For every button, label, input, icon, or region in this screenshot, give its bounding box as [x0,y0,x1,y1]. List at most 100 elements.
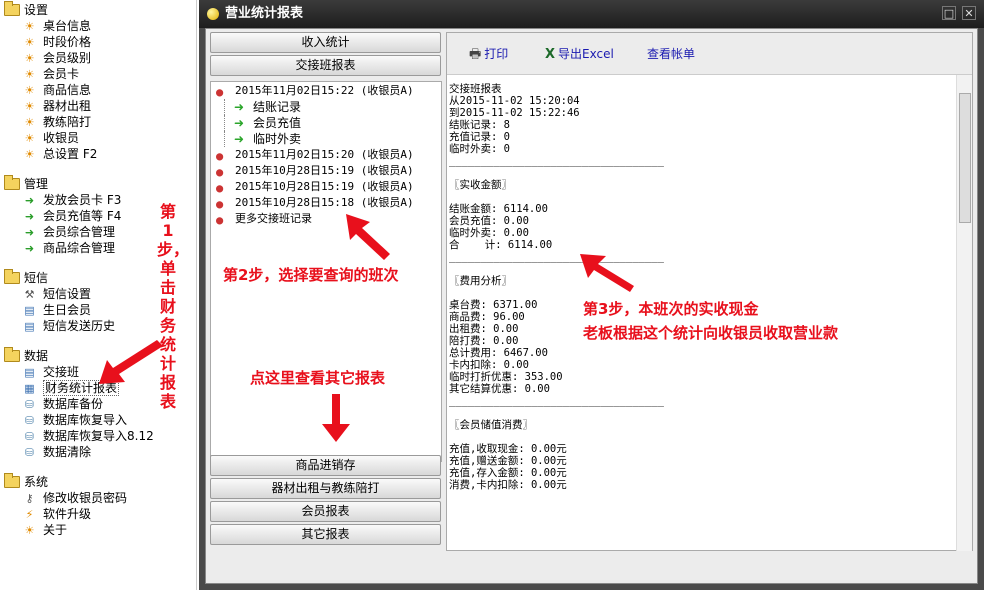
user-icon: ● [216,85,224,99]
tree-group-label: 短信 [24,271,49,285]
user-icon: ● [216,197,224,211]
tree-item[interactable]: ☀ 收银员 [0,130,196,146]
tree-item[interactable]: ⚡ 软件升级 [0,506,196,522]
shift-subitem[interactable]: ➜ 临时外卖 [211,131,441,147]
gear-icon: ☀ [24,524,35,537]
database-icon: ⛁ [24,398,35,411]
tree-item-label: 关于 [43,523,68,537]
green-arrow-icon: ➜ [234,116,245,130]
tree-item[interactable]: ⛁ 数据库恢复导入8.12 [0,428,196,444]
tree-item[interactable]: ⛁ 数据库恢复导入 [0,412,196,428]
close-button[interactable]: ✕ [962,6,976,20]
arrow-icon: ➜ [24,242,35,255]
shift-item[interactable]: ● 更多交接班记录 [211,211,441,227]
tree-item-label: 会员综合管理 [43,225,116,239]
tree-item[interactable]: ☀ 会员卡 [0,66,196,82]
gear-icon: ☀ [24,36,35,49]
tree-item-label: 数据库备份 [43,397,104,411]
view-bill-button[interactable]: 查看帐单 [647,45,695,62]
shift-subitem[interactable]: ➜ 会员充值 [211,115,441,131]
tree-group[interactable]: 系统 [0,473,196,490]
excel-icon: X [545,47,556,62]
other-report-buttons: 商品进销存 器材出租与教练陪打 会员报表 其它报表 [210,455,441,547]
shift-item[interactable]: ● 2015年10月28日15:19 (收银员A) [211,163,441,179]
shift-label: 会员充值 [253,116,302,130]
report-nav-panel: 收入统计 交接班报表 ● 2015年11月02日15:22 (收银员A) ➜ 结账记录… [210,32,442,552]
tree-item[interactable]: ☀ 会员级别 [0,50,196,66]
step3-annotation-line2: 老板根据这个统计向收银员收取营业款 [583,324,839,342]
step3-arrow [580,254,634,292]
shift-item[interactable]: ● 2015年10月28日15:19 (收银员A) [211,179,441,195]
tree-item-label: 发放会员卡 F3 [43,193,122,207]
scrollbar-thumb[interactable] [959,93,971,223]
arrow-icon: ➜ [24,194,35,207]
tree-line [224,115,225,131]
window-title: 营业统计报表 [225,6,304,21]
tree-item-label: 会员充值等 F4 [43,209,122,223]
tree-item-label: 商品信息 [43,83,92,97]
gear-icon: ☀ [24,148,35,161]
tree-group[interactable]: 管理 [0,175,196,192]
maximize-button[interactable]: □ [942,6,956,20]
tree-item[interactable]: ☀ 商品信息 [0,82,196,98]
tree-group-label: 数据 [24,349,49,363]
print-button[interactable]: 🖶 打印 [469,45,508,67]
gear-icon: ☀ [24,132,35,145]
shift-subitem[interactable]: ➜ 结账记录 [211,99,441,115]
shift-label: 2015年10月28日15:19 (收银员A) [235,164,414,177]
shift-label: 2015年10月28日15:18 (收银员A) [235,196,414,209]
database-icon: ⛁ [24,414,35,427]
tree-group[interactable]: 设置 [0,1,196,18]
window-app-icon [207,8,219,20]
shift-report-button[interactable]: 交接班报表 [210,55,441,76]
folder-icon [4,269,20,284]
green-arrow-icon: ➜ [234,132,245,146]
shift-item[interactable]: ● 2015年11月02日15:22 (收银员A) [211,83,441,99]
tree-item-label: 总设置 F2 [43,147,98,161]
tree-item-label: 生日会员 [43,303,92,317]
other-report-button[interactable]: 其它报表 [210,524,441,545]
tree-item-label: 会员级别 [43,51,92,65]
tree-item[interactable]: ☀ 关于 [0,522,196,538]
report-scrollbar[interactable] [956,75,972,551]
step3-annotation: 第3步，本班次的实收现金 [583,300,759,318]
tree-item-label: 软件升级 [43,507,92,521]
tree-item[interactable]: ⛁ 数据清除 [0,444,196,460]
export-excel-button[interactable]: X 导出Excel [545,45,614,62]
gear-icon: ☀ [24,20,35,33]
report-window: 营业统计报表 □ ✕ 收入统计 交接班报表 ● 2015年11月02日15:22 … [199,0,984,590]
tree-item-label: 收银员 [43,131,80,145]
member-report-button[interactable]: 会员报表 [210,501,441,522]
step1-arrow [99,340,163,384]
tree-item[interactable]: ☀ 器材出租 [0,98,196,114]
printer-icon: 🖶 [469,47,482,62]
tree-item-label: 数据库恢复导入8.12 [43,429,154,443]
arrow-icon: ➜ [24,210,35,223]
tree-item[interactable]: ☀ 总设置 F2 [0,146,196,162]
shift-item[interactable]: ● 2015年10月28日15:18 (收银员A) [211,195,441,211]
shift-item[interactable]: ● 2015年11月02日15:20 (收银员A) [211,147,441,163]
tree-item[interactable]: ☀ 时段价格 [0,34,196,50]
document-icon: ▤ [24,304,35,317]
report-view-panel: 🖶 打印 X 导出Excel 查看帐单 交接班报表 从2015-11-02 15:2… [446,32,973,551]
inventory-report-button[interactable]: 商品进销存 [210,455,441,476]
tree-line [224,131,225,147]
tree-item[interactable]: ⚷ 修改收银员密码 [0,490,196,506]
income-stats-button[interactable]: 收入统计 [210,32,441,53]
tree-item-label: 时段价格 [43,35,92,49]
tree-item[interactable]: ☀ 教练陪打 [0,114,196,130]
folder-icon [4,175,20,190]
shift-label: 2015年11月02日15:22 (收银员A) [235,84,414,97]
tree-group-label: 系统 [24,475,49,489]
tree-item-label: 短信发送历史 [43,319,116,333]
step2-arrow [346,214,390,260]
tree-item-label: 会员卡 [43,67,80,81]
gear-icon: ☀ [24,52,35,65]
document-icon: ▤ [24,320,35,333]
folder-icon [4,1,20,16]
tree-item[interactable]: ☀ 桌台信息 [0,18,196,34]
rental-coach-report-button[interactable]: 器材出租与教练陪打 [210,478,441,499]
user-icon: ● [216,165,224,179]
print-label: 打印 [484,47,509,61]
tree-item-label: 数据清除 [43,445,92,459]
